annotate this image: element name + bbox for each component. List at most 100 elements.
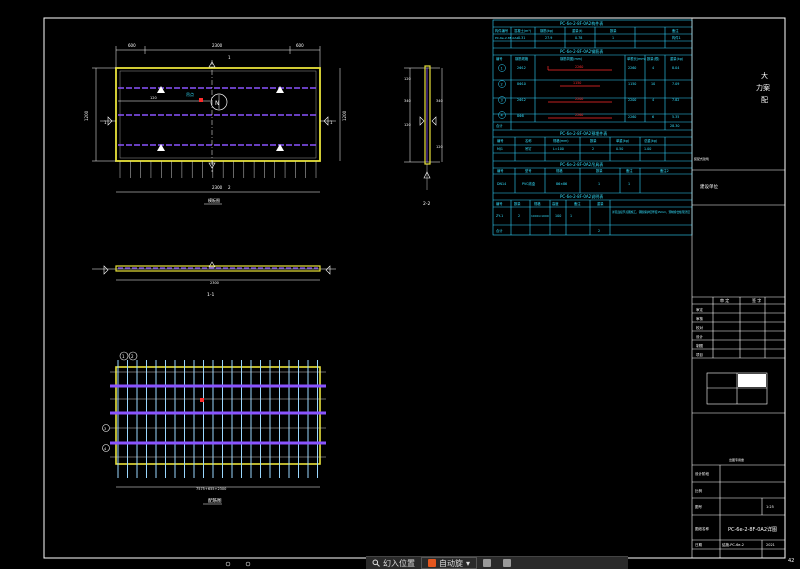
hanger-r4: 1 (628, 182, 630, 186)
section-22-outline (424, 65, 431, 165)
plan-tag-label: 吊点 (186, 91, 194, 97)
hanger-r3: 1 (598, 182, 600, 186)
rebar-total-value: 28.30 (670, 124, 679, 128)
page-number: 42 (788, 558, 794, 564)
auto-rotate-button[interactable]: 自动旋 ▾ (421, 557, 478, 569)
title-block-text: 大 力案 配 装配式建筑 建设单位 审 定 签 字 审定 审核 校对 设计 制图… (694, 71, 777, 547)
section-11-view: 2300 1-1 (92, 261, 336, 298)
rebar-r0-c5: 8.04 (672, 66, 679, 70)
main-r5: 构件1 (672, 35, 681, 40)
hanger-h2: 规格 (556, 168, 563, 173)
note-h0: 编号 (496, 201, 503, 206)
main-h3: 重量(t) (572, 28, 582, 33)
plan-dim-top-2: 2300 (212, 43, 223, 48)
section-22-label-5: 120 (436, 145, 443, 149)
lift-point-icon (276, 86, 284, 93)
tb-design-label: 设计阶段 (695, 471, 709, 476)
main-h2: 钢筋(kg) (540, 28, 553, 33)
plan-mark-a: 1 (228, 55, 231, 60)
hanger-h3: 数量 (596, 168, 603, 173)
rebar-r2-c4: 4 (652, 98, 654, 102)
section-22-label-4: 340 (436, 99, 443, 103)
rebar-r0-c1: 2Φ12 (517, 66, 526, 70)
section-22-label-1: 120 (404, 77, 411, 81)
rebar-h2: 钢筋简图(mm) (560, 56, 582, 61)
note-r3: 100 (555, 214, 561, 218)
tb-small-0: 审定 (696, 307, 704, 312)
rebar-table-title: PC-6e-2-8F-0A2钢筋表 (560, 48, 603, 54)
embed-r5: 1.00 (644, 147, 651, 151)
note-r2: 1000×1000 (531, 214, 549, 218)
settings-button[interactable] (477, 557, 497, 569)
embed-r2: L=100 (553, 147, 564, 151)
plan-dim-bottom-total: 2300 (212, 185, 223, 190)
rebar-r3-c3: 2260 (628, 115, 636, 119)
rebar-h3: 单根长(mm) (627, 56, 646, 61)
tb-scale: 1:25 (766, 505, 774, 509)
rebar-r3-c1: 8Φ8 (517, 114, 524, 118)
rebar-r0-c0: 1 (501, 67, 503, 71)
main-r4: 1 (612, 36, 614, 40)
plan-mark-b: 2 (228, 185, 231, 190)
view-icon (503, 559, 512, 567)
rebar-r2-c2: 2200 (575, 97, 583, 101)
note-table-title: PC-6e-2-8F-0A2说明表 (560, 193, 603, 199)
view-button[interactable] (497, 557, 517, 569)
hanger-h1: 型号 (525, 168, 532, 173)
note-h5: 重量 (597, 201, 604, 206)
rebar-dim-bottom: 7575+655+2300 (196, 487, 226, 491)
rebar-bubble-1: 1 (122, 354, 125, 359)
rebar-r0-c2: 2260 (575, 65, 583, 69)
plan-mini-dim: 120 (150, 96, 157, 100)
embed-r0: MJ1 (497, 147, 503, 151)
rebar-bubble-2: 2 (131, 354, 134, 359)
rebar-r3-c4: 6 (652, 115, 654, 119)
hanger-r2: 86×86 (556, 182, 567, 186)
tb-date-label: 日期 (695, 542, 703, 547)
main-r2: 27.9 (545, 36, 552, 40)
hanger-h0: 编号 (497, 168, 504, 173)
embed-h2: 规格(mm) (553, 138, 569, 143)
main-h0: 构件编号 (495, 28, 509, 33)
embed-h0: 编号 (497, 138, 504, 143)
rebar-view: 1 2 3 4 7575+655+2300 配筋图 (102, 351, 326, 567)
cad-drawing-canvas[interactable]: 42 600 2300 600 1 2 1 1 N 吊点 120 1200 12… (0, 0, 800, 568)
rebar-h4: 数量(根) (647, 56, 659, 61)
doc-icon (428, 559, 436, 567)
rebar-r1-c2: 1150 (573, 81, 581, 85)
note-h4: 备注 (574, 201, 581, 206)
rebar-r1-c5: 7.09 (672, 82, 679, 86)
section-22-view: 120 340 120 340 120 2-2 (404, 65, 443, 207)
cert-label: 出图专用章 (729, 457, 744, 462)
note-r2-0: 合计 (496, 228, 503, 233)
tb-row-a0: 审 定 (720, 297, 729, 303)
search-button[interactable]: 幻入位置 (366, 557, 421, 569)
main-h1: 混凝土(m³) (514, 28, 531, 33)
note-r5: 1 (570, 214, 572, 218)
rebar-r1-c1: 8Φ10 (517, 82, 526, 86)
rebar-r3-c5: 5.35 (672, 115, 679, 119)
bottom-toolbar: 幻入位置 自动旋 ▾ (366, 556, 628, 569)
rebar-r2-c0: 3 (501, 99, 503, 103)
rebar-r1-c3: 1150 (628, 82, 636, 86)
tb-small-1: 审核 (696, 316, 704, 321)
note-h1: 数量 (514, 201, 521, 206)
bottom-mid-text: 自动旋 (439, 558, 463, 568)
plan-dim-right: 1200 (342, 110, 347, 121)
rebar-h1: 钢筋规格 (515, 56, 529, 61)
embed-r4: 0.50 (616, 147, 623, 151)
note-r4: 详见连接节点图施工，钢筋保护层厚度15mm，预制叠合板现浇层 (612, 210, 690, 214)
rebar-bubble-4: 4 (104, 447, 107, 451)
section-22-caption: 2-2 (423, 201, 430, 207)
rebar-h5: 重量(kg) (670, 56, 683, 61)
rebar-caption: 配筋图 (208, 497, 222, 504)
section-11-caption: 1-1 (207, 292, 214, 298)
tables-text: PC-6e-2-8F-0A2构件表 构件编号 混凝土(m³) 钢筋(kg) 重量… (495, 20, 690, 233)
plan-embed-marker (199, 98, 203, 102)
tb-small-3: 设计 (696, 334, 704, 339)
rebar-r0-c4: 4 (652, 66, 654, 70)
plan-dim-top-1: 600 (128, 43, 136, 48)
main-r3: 0.78 (575, 36, 582, 40)
plan-bubble-text: N (215, 100, 220, 107)
hanger-r1: PVC线盒 (522, 181, 536, 186)
